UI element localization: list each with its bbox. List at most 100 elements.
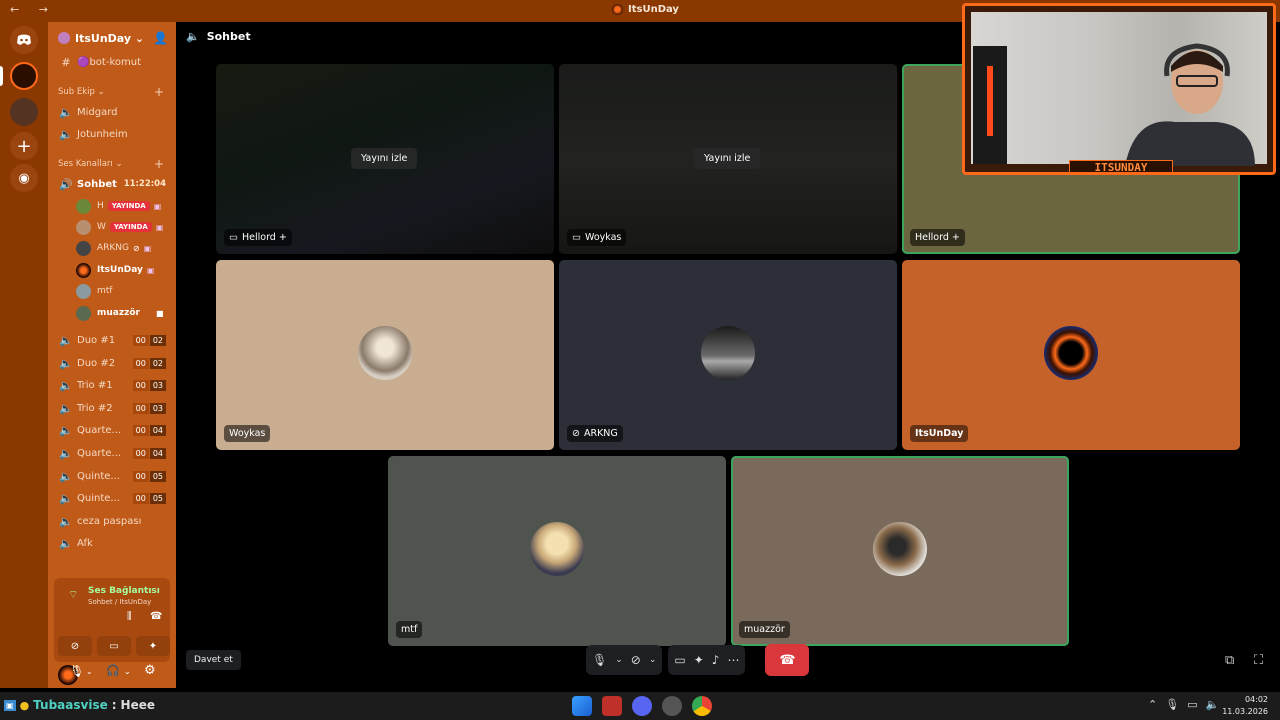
call-duration: 11:22:04 bbox=[123, 179, 166, 189]
app-icon[interactable] bbox=[602, 696, 622, 716]
voice-member[interactable]: mtf bbox=[76, 281, 176, 301]
user-limit: 05 bbox=[149, 492, 166, 504]
server-itsunday-icon[interactable] bbox=[10, 62, 38, 90]
clock[interactable]: 04:02 11.03.2026 bbox=[1222, 694, 1268, 718]
tile-name-tag: ⊘ ARKNG bbox=[567, 425, 623, 442]
server-header[interactable]: ItsUnDay ⌄ 👤 bbox=[48, 22, 176, 54]
chevron-down-icon[interactable]: ⌄ bbox=[649, 655, 657, 665]
camera-toggle-button[interactable]: ⊘ bbox=[58, 636, 92, 656]
settings-icon[interactable]: ⚙ bbox=[144, 663, 156, 678]
start-icon[interactable] bbox=[572, 696, 592, 716]
network-icon[interactable]: ▭ bbox=[1187, 698, 1197, 711]
user-tile-mtf[interactable]: mtf bbox=[388, 456, 726, 646]
user-tile-woykas[interactable]: Woykas bbox=[216, 260, 554, 450]
back-forward-nav[interactable]: ← → bbox=[10, 3, 56, 16]
camera-off-icon: ⊘ bbox=[133, 243, 140, 253]
watch-stream-button[interactable]: Yayını izle bbox=[694, 148, 761, 169]
channel-label: ceza paspası bbox=[77, 515, 142, 527]
selected-server-pill bbox=[0, 66, 3, 86]
obs-icon[interactable] bbox=[662, 696, 682, 716]
screen-share-icon[interactable]: ▭ bbox=[674, 653, 685, 667]
stream-tile-woykas[interactable]: Yayını izle ▭ Woykas bbox=[559, 64, 897, 254]
avatar bbox=[76, 198, 91, 214]
camera-off-icon[interactable]: ⊘ bbox=[631, 653, 641, 667]
channel-quartet-1[interactable]: 🔈 Quarte... 00 04 bbox=[48, 420, 176, 440]
category-label: Ses Kanalları ⌄ bbox=[58, 159, 123, 169]
invite-people-icon[interactable]: 👤 bbox=[153, 31, 168, 45]
speaker-icon: 🔊 bbox=[59, 177, 73, 191]
user-count: 00 bbox=[132, 402, 149, 414]
channel-trio-1[interactable]: 🔈 Trio #1 00 03 bbox=[48, 375, 176, 395]
noise-suppression-icon[interactable]: ⫼ bbox=[127, 611, 132, 622]
fullscreen-icon[interactable]: ⛶ bbox=[1254, 653, 1263, 668]
chevron-up-icon[interactable]: ⌃ bbox=[1148, 698, 1157, 711]
add-channel-icon[interactable]: + bbox=[154, 157, 164, 171]
watch-stream-button[interactable]: Yayını izle bbox=[351, 148, 418, 169]
mic-icon[interactable]: 🎙 bbox=[592, 653, 607, 667]
channel-jotunheim[interactable]: 🔈 Jotunheim bbox=[48, 124, 176, 144]
stream-tile-hellord[interactable]: Yayını izle ▭ Hellord + bbox=[216, 64, 554, 254]
channel-duo-1[interactable]: 🔈 Duo #1 00 02 bbox=[48, 330, 176, 350]
voice-member[interactable]: ItsUnDay ▣ bbox=[76, 260, 176, 280]
avatar bbox=[358, 326, 412, 380]
channel-afk[interactable]: 🔈 Afk bbox=[48, 533, 176, 553]
voice-status[interactable]: Ses Bağlantısı K bbox=[88, 586, 160, 596]
soundboard-icon[interactable]: ♪ bbox=[712, 653, 720, 667]
streamer-figure bbox=[1125, 43, 1255, 166]
volume-icon[interactable]: 🔈 bbox=[1206, 698, 1220, 711]
channel-label: Jotunheim bbox=[77, 128, 128, 140]
discord-home-icon[interactable] bbox=[10, 26, 38, 54]
user-tile-muazzor[interactable]: muazzör bbox=[731, 456, 1069, 646]
discord-icon[interactable] bbox=[632, 696, 652, 716]
more-icon[interactable]: ⋯ bbox=[727, 653, 739, 667]
add-channel-icon[interactable]: + bbox=[154, 85, 164, 99]
invite-button[interactable]: Davet et bbox=[186, 650, 241, 670]
user-tile-itsunday[interactable]: ItsUnDay bbox=[902, 260, 1240, 450]
channel-midgard[interactable]: 🔈 Midgard bbox=[48, 102, 176, 122]
activities-icon[interactable]: ✦ bbox=[694, 653, 704, 667]
user-limit: 04 bbox=[149, 447, 166, 459]
speaker-icon: 🔈 bbox=[59, 491, 73, 505]
screen-share-button[interactable]: ▭ bbox=[97, 636, 131, 656]
channel-bot-komut[interactable]: # 🟣bot-komut bbox=[48, 52, 176, 72]
channel-label: Sohbet bbox=[77, 178, 117, 190]
speaker-icon: 🔈 bbox=[59, 401, 73, 415]
channel-trio-2[interactable]: 🔈 Trio #2 00 03 bbox=[48, 398, 176, 418]
deafened-icon: ■ bbox=[155, 308, 164, 318]
channel-quintet-2[interactable]: 🔈 Quinte... 00 05 bbox=[48, 488, 176, 508]
disconnect-icon[interactable]: ☎ bbox=[150, 611, 162, 622]
server-folder-icon[interactable] bbox=[10, 98, 38, 126]
end-call-button[interactable]: ☎ bbox=[765, 644, 810, 676]
channel-quintet-1[interactable]: 🔈 Quinte... 00 05 bbox=[48, 466, 176, 486]
voice-member[interactable]: muazzör ■ bbox=[76, 303, 176, 323]
category-ses-kanallari[interactable]: Ses Kanalları ⌄ + bbox=[48, 154, 176, 174]
headphones-icon[interactable]: 🎧 bbox=[106, 664, 120, 677]
clock-date: 11.03.2026 bbox=[1222, 707, 1268, 716]
chrome-icon[interactable] bbox=[692, 696, 712, 716]
user-count: 00 bbox=[132, 379, 149, 391]
channel-quartet-2[interactable]: 🔈 Quarte... 00 04 bbox=[48, 443, 176, 463]
voice-member[interactable]: ARKNG ⊘ ▣ bbox=[76, 238, 176, 258]
avatar bbox=[1044, 326, 1098, 380]
activities-button[interactable]: ✦ bbox=[136, 636, 170, 656]
category-sub-ekip[interactable]: Sub Ekip ⌄ + bbox=[48, 82, 176, 102]
voice-channel-path[interactable]: Sohbet / ItsUnDay bbox=[88, 598, 151, 606]
chevron-down-icon[interactable]: ⌄ bbox=[124, 667, 131, 676]
user-tile-arkng[interactable]: ⊘ ARKNG bbox=[559, 260, 897, 450]
chevron-down-icon[interactable]: ⌄ bbox=[615, 655, 623, 665]
voice-member[interactable]: H YAYINDA ▣ bbox=[76, 196, 176, 216]
popout-icon[interactable]: ⧉ bbox=[1225, 653, 1234, 668]
mic-tray-icon[interactable]: 🎙 bbox=[1165, 698, 1179, 711]
voice-connection-panel: ⌔ Ses Bağlantısı K Sohbet / ItsUnDay ⫼ ☎… bbox=[54, 578, 170, 662]
add-server-icon[interactable]: + bbox=[10, 132, 38, 160]
channel-sohbet[interactable]: 🔊 Sohbet 11:22:04 bbox=[48, 174, 176, 194]
channel-ceza-paspasi[interactable]: 🔈 ceza paspası bbox=[48, 511, 176, 531]
discover-icon[interactable]: ◉ bbox=[10, 164, 38, 192]
channel-duo-2[interactable]: 🔈 Duo #2 00 02 bbox=[48, 353, 176, 373]
mic-icon[interactable]: 🎙 bbox=[70, 665, 84, 678]
chevron-down-icon[interactable]: ⌄ bbox=[86, 667, 93, 676]
user-count: 00 bbox=[132, 424, 149, 436]
voice-member[interactable]: W YAYINDA ▣ bbox=[76, 217, 176, 237]
tile-name-tag: ▭ Hellord + bbox=[224, 229, 292, 246]
avatar bbox=[76, 240, 91, 256]
